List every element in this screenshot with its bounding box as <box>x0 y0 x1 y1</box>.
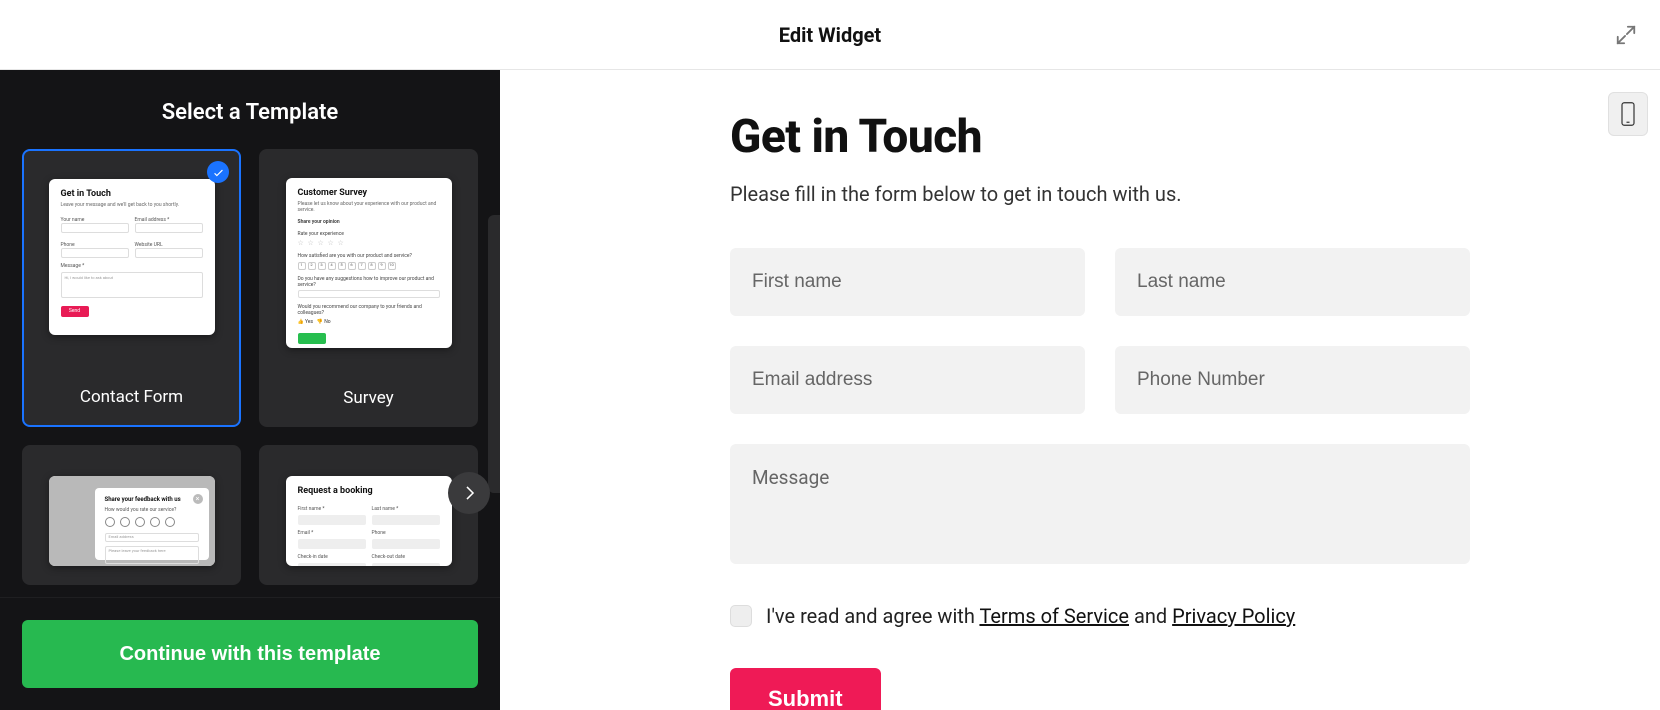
template-caption: Contact Form <box>80 387 183 407</box>
templates-grid: Get in Touch Leave your message and we'l… <box>22 149 478 585</box>
submit-button[interactable]: Submit <box>730 668 881 710</box>
consent-checkbox[interactable] <box>730 605 752 627</box>
mobile-preview-toggle[interactable] <box>1608 92 1648 136</box>
template-thumbnail: Customer Survey Please let us know about… <box>286 178 452 348</box>
template-card-booking[interactable]: Request a booking First name * Last name… <box>259 445 478 585</box>
message-input[interactable] <box>730 444 1470 564</box>
template-sidebar: Select a Template Get in Touch Leave you… <box>0 70 500 710</box>
template-card-survey[interactable]: Customer Survey Please let us know about… <box>259 149 478 427</box>
form-preview: Get in Touch Please fill in the form bel… <box>690 70 1510 710</box>
sidebar-title: Select a Template <box>22 70 478 149</box>
form-title: Get in Touch <box>730 110 1470 164</box>
consent-row: I've read and agree with Terms of Servic… <box>730 604 1470 628</box>
continue-button[interactable]: Continue with this template <box>22 620 478 688</box>
sidebar-footer: Continue with this template <box>0 597 500 710</box>
terms-link[interactable]: Terms of Service <box>979 604 1129 628</box>
smartphone-icon <box>1619 101 1637 127</box>
expand-icon[interactable] <box>1612 21 1640 49</box>
template-card-contact-form[interactable]: Get in Touch Leave your message and we'l… <box>22 149 241 427</box>
template-thumbnail: × Share your feedback with us How would … <box>49 476 215 566</box>
last-name-input[interactable] <box>1115 248 1470 316</box>
modal-header: Edit Widget <box>0 0 1660 70</box>
chevron-right-icon <box>460 484 478 502</box>
first-name-input[interactable] <box>730 248 1085 316</box>
template-card-peek <box>488 215 500 493</box>
email-input[interactable] <box>730 346 1085 414</box>
consent-text: I've read and agree with Terms of Servic… <box>766 604 1295 628</box>
check-icon <box>207 161 229 183</box>
template-thumbnail: Get in Touch Leave your message and we'l… <box>49 179 215 335</box>
next-templates-button[interactable] <box>448 472 490 514</box>
preview-panel: Get in Touch Please fill in the form bel… <box>500 70 1660 710</box>
template-thumbnail: Request a booking First name * Last name… <box>286 476 452 566</box>
phone-input[interactable] <box>1115 346 1470 414</box>
template-caption: Survey <box>343 388 393 408</box>
modal-title: Edit Widget <box>779 23 881 47</box>
template-card-feedback[interactable]: × Share your feedback with us How would … <box>22 445 241 585</box>
close-icon: × <box>193 494 203 504</box>
privacy-link[interactable]: Privacy Policy <box>1172 604 1295 628</box>
form-description: Please fill in the form below to get in … <box>730 182 1470 206</box>
